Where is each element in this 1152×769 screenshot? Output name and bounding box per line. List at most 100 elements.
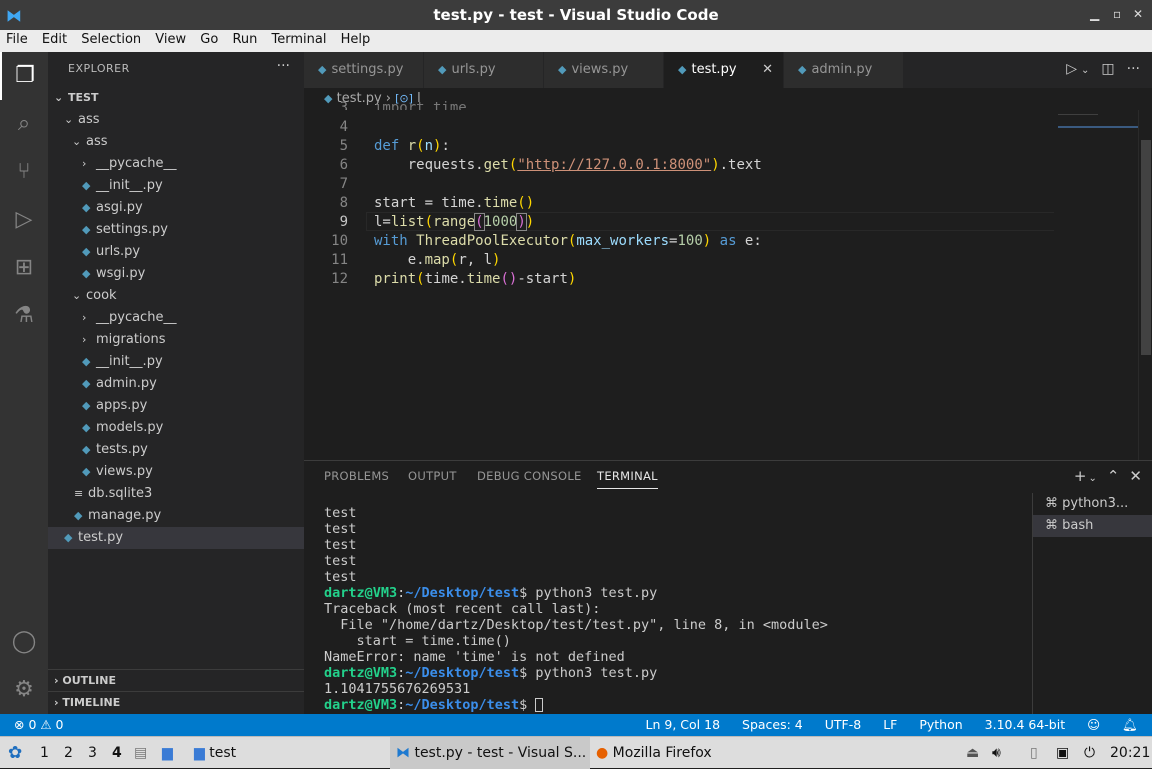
language-mode[interactable]: Python (919, 717, 962, 732)
split-editor-icon[interactable]: ◫ (1101, 61, 1114, 77)
chevron-down-icon[interactable]: ⌄ (1081, 65, 1089, 76)
terminal-output[interactable]: test test test test test dartz@VM3:~/Des… (324, 505, 828, 713)
problems-status[interactable]: ⊗ 0 ⚠ 0 (14, 714, 64, 736)
menu-help[interactable]: Help (337, 30, 375, 49)
maximize-button[interactable]: ▫ (1113, 7, 1121, 21)
files-icon[interactable]: ❐ (0, 52, 48, 100)
maximize-panel-icon[interactable]: ⌃ (1107, 467, 1120, 485)
indentation[interactable]: Spaces: 4 (742, 717, 803, 732)
run-debug-icon[interactable]: ▷ (0, 196, 48, 244)
account-icon[interactable]: ◯ (0, 618, 48, 666)
tree-item[interactable]: ◆ __init__.py (48, 175, 304, 197)
tab-views[interactable]: ◆ views.py (544, 52, 664, 88)
menu-run[interactable]: Run (228, 30, 261, 49)
menu-view[interactable]: View (151, 30, 190, 49)
clipboard-icon[interactable]: ▯ (1030, 737, 1038, 769)
start-menu-icon[interactable]: ✿ (8, 737, 22, 769)
workspace-1[interactable]: 1 (40, 737, 49, 769)
terminal-item-python[interactable]: ⌘ python3... (1033, 493, 1152, 515)
tree-item[interactable]: ◆ wsgi.py (48, 263, 304, 285)
menu-file[interactable]: File (2, 30, 32, 49)
eol[interactable]: LF (883, 717, 897, 732)
tree-item[interactable]: › __pycache__ (48, 153, 304, 175)
menu-terminal[interactable]: Terminal (268, 30, 331, 49)
file-manager-icon[interactable]: ▤ (134, 737, 147, 769)
gear-icon[interactable]: ⚙ (0, 666, 48, 714)
tree-item[interactable]: ◆ views.py (48, 461, 304, 483)
run-icon[interactable]: ▷ (1066, 61, 1077, 77)
terminal-line: test (324, 553, 357, 569)
tab-output[interactable]: OUTPUT (408, 469, 457, 483)
feedback-icon[interactable]: ☺ (1087, 717, 1100, 732)
code-editor[interactable]: 3 import time 4 5 6 7 8 9 10 11 12 def r… (304, 100, 1138, 460)
cursor-position[interactable]: Ln 9, Col 18 (646, 717, 721, 732)
python-file-icon: ◆ (74, 509, 83, 522)
menu-edit[interactable]: Edit (38, 30, 71, 49)
search-icon[interactable]: ⌕ (0, 100, 48, 148)
tree-item[interactable]: ⌄ ass (48, 109, 304, 131)
chevron-down-icon[interactable]: ⌄ (1088, 473, 1096, 484)
tree-item[interactable]: ◆ models.py (48, 417, 304, 439)
tab-admin[interactable]: ◆ admin.py (784, 52, 904, 88)
new-terminal-icon[interactable]: + (1074, 467, 1087, 485)
task-vscode[interactable]: ⧓ test.py - test - Visual S... (390, 737, 590, 769)
task-folder[interactable]: ▆ test (194, 737, 236, 769)
tree-item[interactable]: ◆ apps.py (48, 395, 304, 417)
workspace-3[interactable]: 3 (88, 737, 97, 769)
tree-item[interactable]: ◆ __init__.py (48, 351, 304, 373)
tree-item[interactable]: ◆ settings.py (48, 219, 304, 241)
close-window-button[interactable]: ✕ (1133, 7, 1143, 21)
terminal-item-bash[interactable]: ⌘ bash (1033, 515, 1152, 537)
more-icon[interactable]: ··· (1127, 61, 1140, 77)
minimize-button[interactable]: ▁ (1090, 7, 1099, 21)
tree-item[interactable]: › __pycache__ (48, 307, 304, 329)
tree-item[interactable]: ≡ db.sqlite3 (48, 483, 304, 505)
terminal-prompt-line: dartz@VM3:~/Desktop/test$ python3 test.p… (324, 585, 658, 601)
network-icon[interactable]: ▣ (1056, 737, 1069, 769)
menu-go[interactable]: Go (196, 30, 222, 49)
bell-icon[interactable]: 🔔︎ (1122, 717, 1138, 732)
power-icon[interactable]: ⏻ (1084, 737, 1095, 769)
tree-item[interactable]: ◆ tests.py (48, 439, 304, 461)
more-actions-button[interactable]: ··· (277, 58, 290, 74)
tree-item[interactable]: ◆ asgi.py (48, 197, 304, 219)
tree-item[interactable]: ⌄ cook (48, 285, 304, 307)
workspace-4[interactable]: 4 (112, 737, 122, 769)
timeline-section[interactable]: › TIMELINE (48, 691, 304, 713)
tree-item[interactable]: ◆ manage.py (48, 505, 304, 527)
tab-urls[interactable]: ◆ urls.py (424, 52, 544, 88)
terminal-icon: ⌘ (1045, 518, 1063, 533)
tab-terminal[interactable]: TERMINAL (597, 469, 658, 489)
tree-item[interactable]: ⌄ ass (48, 131, 304, 153)
close-tab-icon[interactable]: ✕ (762, 52, 773, 88)
python-file-icon: ◆ (798, 63, 807, 76)
vscode-icon: ⧓ (396, 745, 415, 761)
encoding[interactable]: UTF-8 (825, 717, 861, 732)
testing-icon[interactable]: ⚗ (0, 292, 48, 340)
tree-root[interactable]: ⌄ TEST (48, 87, 304, 109)
tree-item[interactable]: › migrations (48, 329, 304, 351)
close-panel-icon[interactable]: ✕ (1129, 467, 1142, 485)
extensions-icon[interactable]: ⊞ (0, 244, 48, 292)
task-firefox[interactable]: ● Mozilla Firefox (596, 737, 712, 769)
tab-settings[interactable]: ◆ settings.py (304, 52, 424, 88)
menu-selection[interactable]: Selection (77, 30, 145, 49)
tree-item[interactable]: ◆ admin.py (48, 373, 304, 395)
editor-scrollbar[interactable] (1138, 110, 1152, 460)
python-file-icon: ◆ (82, 201, 91, 214)
python-file-icon: ◆ (82, 223, 91, 236)
outline-section[interactable]: › OUTLINE (48, 669, 304, 691)
tab-problems[interactable]: PROBLEMS (324, 469, 389, 483)
tree-item[interactable]: ◆ urls.py (48, 241, 304, 263)
source-control-icon[interactable]: ⑂ (0, 148, 48, 196)
interpreter[interactable]: 3.10.4 64-bit (985, 717, 1065, 732)
volume-icon[interactable]: 🔊︎ (992, 737, 1001, 769)
eject-icon[interactable]: ⏏ (966, 737, 979, 769)
tab-test[interactable]: ◆ test.py ✕ (664, 52, 784, 88)
workspace-2[interactable]: 2 (64, 737, 73, 769)
tab-debug-console[interactable]: DEBUG CONSOLE (477, 469, 582, 483)
desktop-icon[interactable]: ▆ (162, 737, 173, 769)
tree-item-selected[interactable]: ◆ test.py (48, 527, 304, 549)
minimap[interactable] (1054, 110, 1138, 460)
python-file-icon: ◆ (82, 267, 91, 280)
